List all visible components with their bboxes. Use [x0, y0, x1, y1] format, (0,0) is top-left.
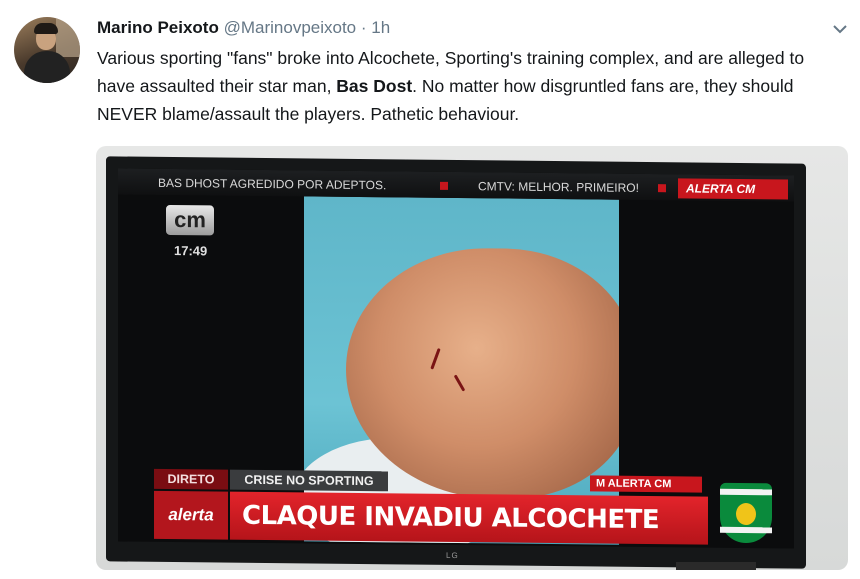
avatar-background: [56, 17, 80, 57]
avatar-hair: [34, 23, 58, 34]
header-separator: ·: [360, 18, 367, 37]
alerta-logo: alerta: [154, 490, 228, 540]
tv-stand: [676, 562, 756, 570]
tweet-header: Marino Peixoto @Marinovpeixoto · 1h: [97, 18, 390, 38]
tweet-mention-bold: Bas Dost: [336, 76, 413, 96]
alerta-badge-top: ALERTA CM: [678, 178, 788, 200]
alerta-badge-small: M ALERTA CM: [590, 475, 702, 493]
crest-stripe: [720, 488, 772, 496]
author-handle[interactable]: @Marinovpeixoto: [224, 18, 357, 37]
ticker-separator: [440, 181, 448, 190]
ticker-left-text: BAS DHOST AGREDIDO POR ADEPTOS.: [158, 175, 387, 193]
lower-third: DIRETO CRISE NO SPORTING M ALERTA CM ale…: [154, 468, 794, 549]
wound-mark: [430, 347, 441, 370]
tv-frame: BAS DHOST AGREDIDO POR ADEPTOS. CMTV: ME…: [106, 156, 806, 569]
author-avatar[interactable]: [14, 17, 80, 83]
tweet-text: Various sporting "fans" broke into Alcoc…: [97, 44, 837, 128]
sporting-crest-icon: [720, 482, 772, 544]
tweet-timestamp[interactable]: 1h: [371, 18, 390, 37]
chevron-down-icon[interactable]: [832, 22, 848, 36]
crise-label: CRISE NO SPORTING: [230, 469, 388, 492]
tv-clock: 17:49: [174, 243, 208, 259]
tv-screen: BAS DHOST AGREDIDO POR ADEPTOS. CMTV: ME…: [118, 168, 794, 549]
author-name[interactable]: Marino Peixoto: [97, 18, 219, 37]
news-headline: CLAQUE INVADIU ALCOCHETE: [230, 491, 708, 545]
cm-channel-logo: cm: [166, 204, 214, 236]
wound-mark: [453, 374, 466, 392]
crest-stripe: [720, 526, 772, 534]
ticker-mid-text: CMTV: MELHOR. PRIMEIRO!: [478, 179, 639, 195]
tweet-media-photo[interactable]: BAS DHOST AGREDIDO POR ADEPTOS. CMTV: ME…: [96, 146, 848, 570]
ticker-separator: [658, 184, 666, 193]
crest-lion: [736, 502, 756, 526]
news-ticker-top: BAS DHOST AGREDIDO POR ADEPTOS. CMTV: ME…: [118, 168, 794, 202]
tv-brand: LG: [446, 550, 459, 561]
direto-label: DIRETO: [154, 468, 228, 490]
